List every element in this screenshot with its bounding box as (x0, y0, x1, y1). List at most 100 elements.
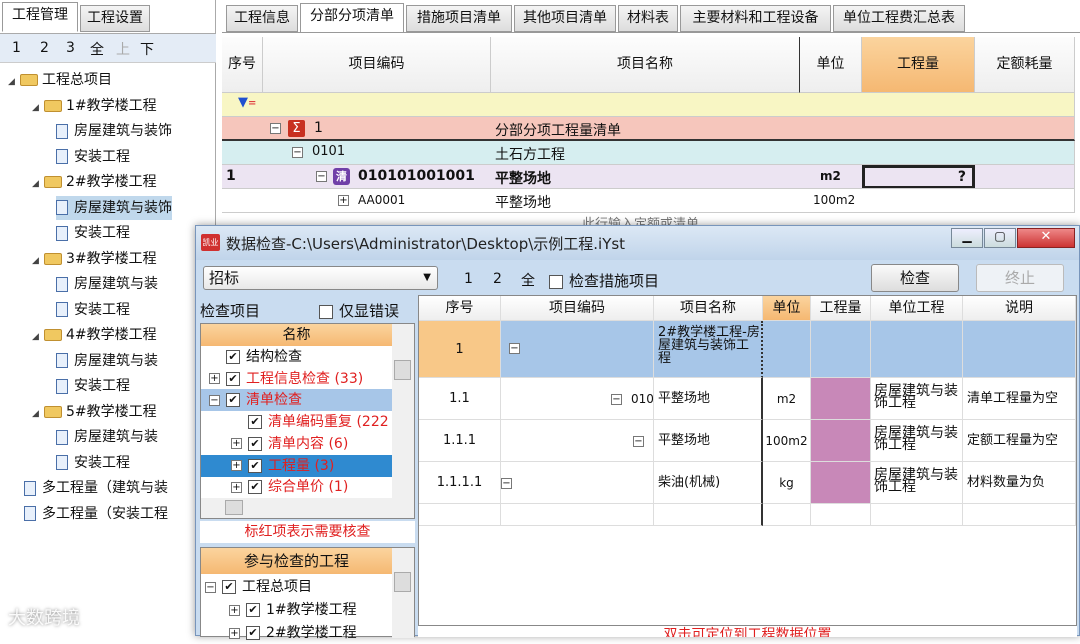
expand-icon[interactable]: + (231, 460, 242, 471)
result-cell[interactable]: − (501, 462, 654, 504)
check-item[interactable]: + ✔ 工程量 (3) (201, 454, 392, 477)
check-item[interactable]: + ✔ 清单内容 (6) (201, 433, 392, 455)
table-row[interactable]: + AA0001 平整场地 100m2 (222, 189, 1075, 213)
check-item[interactable]: + ✔ 综合单价 (1) (201, 476, 392, 498)
collapse-icon[interactable]: − (633, 436, 644, 447)
vertical-scrollbar[interactable] (392, 324, 414, 498)
collapse-icon[interactable]: − (611, 394, 622, 405)
vertical-scrollbar[interactable] (392, 548, 414, 638)
checkbox[interactable]: ✔ (246, 603, 260, 617)
empty-cell[interactable] (763, 504, 811, 526)
level-1-button[interactable]: 1 (464, 271, 473, 287)
check-measures-checkbox[interactable]: 检查措施项目 (549, 270, 659, 291)
collapse-icon[interactable]: − (316, 171, 327, 182)
empty-cell[interactable] (501, 504, 654, 526)
level-1-button[interactable]: 1 (12, 40, 21, 56)
result-cell-unit_project[interactable]: 房屋建筑与装饰工程 (871, 378, 963, 420)
expand-icon[interactable]: + (229, 604, 240, 616)
tree-item[interactable]: 房屋建筑与装饰 (56, 195, 172, 220)
result-cell-seq[interactable]: 1 (419, 321, 501, 378)
result-cell-unit_project[interactable] (871, 321, 963, 378)
tree-item[interactable]: 安装工程 (56, 221, 130, 245)
tree-item[interactable]: 安装工程 (56, 374, 130, 398)
tab-main[interactable]: 措施项目清单 (406, 5, 512, 32)
tree-item[interactable]: ◢ 5#教学楼工程 (32, 400, 157, 424)
table-row[interactable]: 1 − 清 010101001001 平整场地 m2 ? (222, 165, 1075, 189)
horizontal-scrollbar[interactable] (201, 498, 414, 518)
result-cell-unit[interactable] (763, 321, 811, 378)
collapse-icon[interactable]: − (501, 478, 512, 489)
tree-item[interactable]: ◢ 2#教学楼工程 (32, 170, 157, 194)
result-cell-unit[interactable]: 100m2 (763, 420, 811, 462)
qty-cell-selected[interactable]: ? (862, 165, 975, 188)
tree-item[interactable]: 安装工程 (56, 145, 130, 169)
checkbox[interactable]: ✔ (222, 580, 236, 594)
close-button[interactable]: ✕ (1017, 228, 1075, 248)
empty-cell[interactable] (419, 504, 501, 526)
stop-button[interactable]: 终止 (976, 264, 1064, 292)
expand-icon[interactable]: + (209, 373, 220, 385)
tab-main[interactable]: 主要材料和工程设备 (680, 5, 831, 32)
checkbox[interactable]: ✔ (246, 626, 260, 640)
tree-item[interactable]: 多工程量（建筑与装 (24, 476, 168, 500)
level-2-button[interactable]: 2 (493, 271, 502, 287)
expand-icon[interactable]: + (231, 481, 242, 493)
collapse-icon[interactable]: − (205, 581, 216, 593)
tab-main[interactable]: 其他项目清单 (514, 5, 616, 32)
expand-icon[interactable]: + (231, 438, 242, 450)
result-cell-seq[interactable]: 1.1.1.1 (419, 462, 501, 504)
result-cell-unit[interactable]: kg (763, 462, 811, 504)
level-3-button[interactable]: 3 (66, 40, 75, 56)
tree-item[interactable]: 房屋建筑与装 (56, 272, 158, 296)
result-col-header[interactable]: 单位 (763, 296, 811, 321)
result-col-header[interactable]: 项目名称 (654, 296, 763, 321)
result-col-header[interactable]: 序号 (419, 296, 501, 321)
result-cell-qty[interactable] (811, 420, 871, 462)
result-cell-name[interactable]: 平整场地 (654, 378, 763, 420)
filter-icon[interactable]: ▼= (238, 95, 256, 110)
expand-icon[interactable]: + (338, 195, 349, 206)
check-item[interactable]: + ✔ 工程信息检查 (33) (201, 368, 392, 390)
result-cell-qty[interactable] (811, 321, 871, 378)
col-name[interactable]: 项目名称 (491, 37, 800, 93)
checkbox[interactable]: ✔ (226, 350, 240, 364)
check-item[interactable]: ✔ 清单编码重复 (222 (201, 411, 392, 433)
col-quota[interactable]: 定额耗量 (975, 37, 1075, 93)
result-cell-seq[interactable]: 1.1.1 (419, 420, 501, 462)
result-cell[interactable]: −010101001001 (501, 378, 654, 420)
level-all-button[interactable]: 全 (521, 270, 535, 290)
expand-arrow-icon[interactable]: ◢ (32, 172, 44, 196)
result-col-header[interactable]: 项目编码 (501, 296, 654, 321)
only-errors-checkbox[interactable]: 仅显错误 (319, 300, 399, 321)
collapse-icon[interactable]: − (209, 394, 220, 406)
expand-arrow-icon[interactable]: ◢ (32, 325, 44, 349)
empty-cell[interactable] (871, 504, 963, 526)
result-cell-qty[interactable] (811, 462, 871, 504)
result-cell-desc[interactable]: 定额工程量为空 (963, 420, 1076, 462)
result-col-header[interactable]: 说明 (963, 296, 1076, 321)
tree-item[interactable]: ◢ 工程总项目 (8, 68, 112, 92)
maximize-button[interactable]: ▢ (984, 228, 1016, 248)
result-cell-unit_project[interactable]: 房屋建筑与装饰工程 (871, 420, 963, 462)
empty-cell[interactable] (811, 504, 871, 526)
tree-item[interactable]: 安装工程 (56, 451, 130, 475)
tree-item[interactable]: 多工程量（安装工程 (24, 502, 168, 526)
collapse-icon[interactable]: − (509, 343, 520, 354)
checkbox[interactable]: ✔ (248, 458, 262, 473)
result-cell[interactable]: − (501, 321, 654, 378)
result-col-header[interactable]: 工程量 (811, 296, 871, 321)
check-item[interactable]: − ✔ 清单检查 (201, 389, 392, 412)
collapse-icon[interactable]: − (292, 147, 303, 158)
result-cell-unit_project[interactable]: 房屋建筑与装饰工程 (871, 462, 963, 504)
col-code[interactable]: 项目编码 (263, 37, 491, 93)
expand-arrow-icon[interactable]: ◢ (32, 402, 44, 426)
expand-arrow-icon[interactable]: ◢ (32, 249, 44, 273)
level-2-button[interactable]: 2 (40, 40, 49, 56)
result-cell-seq[interactable]: 1.1 (419, 378, 501, 420)
tree-item[interactable]: 房屋建筑与装 (56, 349, 158, 373)
tree-item[interactable]: 房屋建筑与装饰 (56, 119, 172, 143)
check-button[interactable]: 检查 (871, 264, 959, 292)
col-qty[interactable]: 工程量 (862, 37, 975, 93)
expand-icon[interactable]: + (229, 627, 240, 639)
result-cell-desc[interactable] (963, 321, 1076, 378)
